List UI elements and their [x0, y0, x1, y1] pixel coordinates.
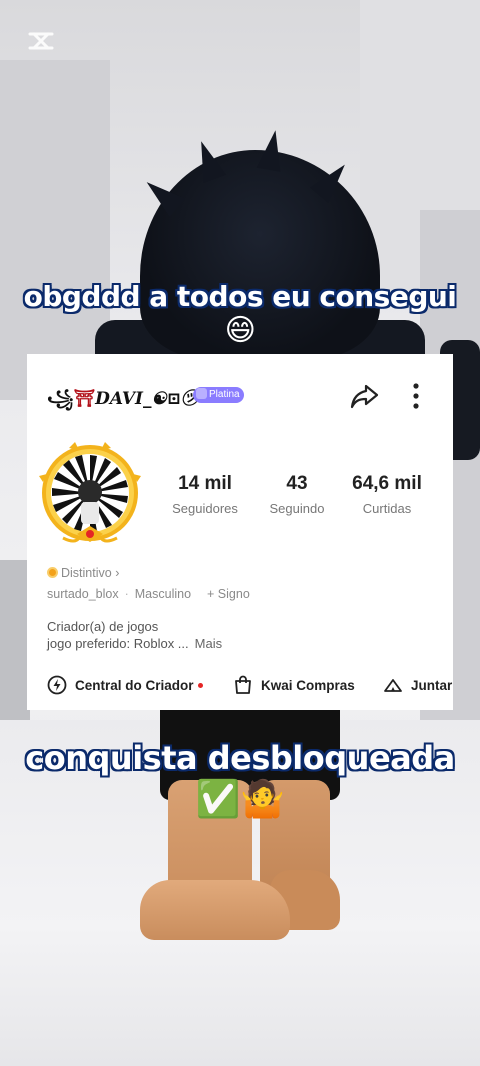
following-stat[interactable]: 43 Seguindo: [249, 472, 345, 519]
more-options-button[interactable]: [403, 380, 429, 412]
more-vertical-icon: [413, 383, 419, 409]
creator-center-button[interactable]: Central do Criador: [47, 670, 203, 700]
distintivo-label: Distintivo: [61, 566, 112, 580]
followers-count: 14 mil: [178, 473, 232, 494]
badge-icon: [196, 388, 207, 399]
likes-label: Curtidas: [362, 501, 412, 516]
join-label: Juntar: [411, 677, 453, 693]
lightning-icon: [47, 675, 67, 695]
platina-badge[interactable]: Platina: [193, 387, 244, 403]
share-button[interactable]: [348, 380, 380, 412]
profile-header: ꧁⛩DAVI_☯︎⊡㋡ Platina: [27, 354, 453, 434]
profile-bio: Criador(a) de jogos jogo preferido: Robl…: [47, 618, 222, 652]
distintivo-link[interactable]: Distintivo ›: [47, 566, 119, 580]
torii-icon: ⛩: [73, 389, 96, 409]
username-text: DAVI_☯︎⊡㋡: [95, 389, 198, 409]
chevron-right-icon: ›: [115, 566, 120, 580]
kwai-shop-label: Kwai Compras: [261, 677, 355, 693]
bottom-caption: conquista desbloqueada ✅🤷: [0, 738, 480, 820]
profile-avatar[interactable]: [39, 442, 141, 548]
badge-label: Platina: [209, 389, 240, 400]
profile-meta: surtado_blox · Masculino + Signo: [47, 587, 256, 601]
following-label: Seguindo: [269, 501, 325, 516]
profile-username: ꧁⛩DAVI_☯︎⊡㋡: [47, 384, 198, 420]
top-caption: obgddd a todos eu consegui 😄: [0, 280, 480, 348]
background-wall-bottom-left: [0, 560, 30, 740]
notification-dot: [197, 682, 203, 688]
tent-icon: [384, 679, 402, 692]
likes-stat[interactable]: 64,6 mil Curtidas: [339, 472, 435, 519]
checkmark-shrug-emoji-icon: ✅🤷: [195, 779, 285, 820]
followers-stat[interactable]: 14 mil Seguidores: [157, 472, 253, 519]
add-sign-button[interactable]: + Signo: [207, 587, 250, 601]
profile-stats: 14 mil Seguidores 43 Seguindo 64,6 mil C…: [157, 472, 447, 522]
profile-gender: Masculino: [134, 587, 192, 601]
profile-actions: Central do Criador Kwai Compras Juntar: [27, 670, 453, 700]
shopping-bag-icon: [235, 675, 251, 694]
grinning-emoji-icon: 😄: [224, 313, 256, 348]
following-count: 43: [286, 473, 308, 494]
followers-label: Seguidores: [172, 501, 238, 516]
join-button[interactable]: Juntar: [383, 670, 452, 700]
profile-card: ꧁⛩DAVI_☯︎⊡㋡ Platina 14 mil Seguidores 43…: [27, 354, 453, 710]
share-icon: [350, 384, 379, 409]
username-prefix: ꧁: [47, 389, 74, 409]
avatar-foot-left: [140, 880, 290, 940]
background-wall-left: [0, 60, 110, 400]
creator-center-label: Central do Criador: [75, 677, 194, 693]
bio-more-link[interactable]: Mais: [195, 636, 222, 651]
bio-line-2: jogo preferido: Roblox ...: [47, 636, 189, 651]
profile-handle: surtado_blox: [47, 587, 119, 601]
likes-count: 64,6 mil: [352, 473, 422, 494]
capcut-logo-icon: [26, 28, 56, 54]
bottom-caption-text: conquista desbloqueada: [25, 739, 455, 777]
coin-icon: [47, 567, 58, 578]
avatar-frame-icon: [39, 442, 141, 543]
top-caption-text: obgddd a todos eu consegui: [23, 280, 457, 313]
bio-line-1: Criador(a) de jogos: [47, 619, 159, 634]
kwai-shop-button[interactable]: Kwai Compras: [233, 670, 355, 700]
separator: ·: [124, 587, 129, 601]
